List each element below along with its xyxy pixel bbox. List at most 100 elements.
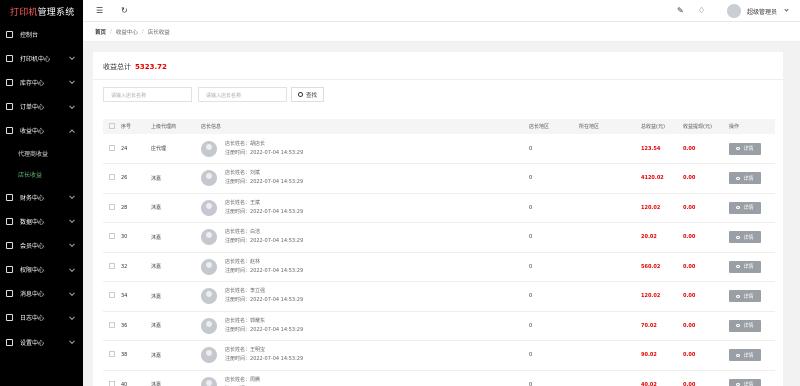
row-total: 4120.02: [641, 175, 664, 182]
row-checkbox[interactable]: [109, 292, 115, 299]
row-owner-region: 0: [529, 234, 533, 241]
owner-name: 李立强: [250, 288, 266, 295]
search-button[interactable]: 查找: [291, 87, 324, 102]
owner-name-label: 店长姓名：: [225, 229, 251, 236]
row-checkbox[interactable]: [109, 321, 115, 328]
detail-button[interactable]: 详情: [729, 349, 761, 362]
row-agent: 沐嘉: [151, 323, 162, 330]
row-agent: 沐嘉: [151, 264, 162, 271]
row-checkbox[interactable]: [109, 203, 115, 210]
breadcrumb-level1[interactable]: 收益中心: [116, 28, 138, 36]
col-header-region[interactable]: 所在地区: [579, 119, 641, 134]
row-checkbox[interactable]: [109, 262, 115, 269]
select-all-header[interactable]: [103, 119, 121, 134]
row-checkbox[interactable]: [109, 174, 115, 181]
user-avatar-icon: [201, 347, 217, 364]
col-header-owner-region[interactable]: 店长地区: [529, 119, 579, 134]
detail-button[interactable]: 详情: [729, 172, 761, 185]
detail-button[interactable]: 详情: [729, 201, 761, 214]
owner-time-label: 注册时间：: [225, 326, 251, 333]
bell-icon[interactable]: ♢: [698, 6, 705, 16]
row-id: 36: [121, 322, 128, 329]
sidebar-item[interactable]: 数据中心: [0, 209, 83, 233]
app-logo[interactable]: 打印机 管理系统: [0, 0, 83, 22]
sidebar-item[interactable]: 设置中心: [0, 330, 83, 354]
row-blank: [371, 164, 529, 194]
row-action: 详情: [729, 223, 775, 253]
row-withdrawn: 0.00: [683, 234, 696, 241]
sidebar-item[interactable]: 打印机中心: [0, 46, 83, 70]
col-header-blank: [371, 119, 529, 134]
owner-name-input[interactable]: 请输入店长名称: [103, 87, 192, 102]
table-row: 28 沐嘉 店长姓名：王斌 注册时间：2022-07-04 14:53:29 0 120.…: [103, 193, 775, 223]
printer-icon: [6, 54, 13, 62]
owner-name: 胡店长: [250, 140, 266, 147]
data-icon: [6, 217, 13, 225]
sidebar-item[interactable]: 控制台: [0, 22, 83, 46]
sidebar-subitem[interactable]: 代理商收益: [0, 143, 83, 164]
detail-button[interactable]: 详情: [729, 378, 761, 386]
owner-time-label: 注册时间：: [225, 297, 251, 304]
sidebar-item-label: 订单中心: [20, 104, 45, 112]
owner-name-label: 店长姓名：: [225, 347, 251, 354]
sidebar-item[interactable]: 权限中心: [0, 258, 83, 282]
menu-toggle-icon[interactable]: ☰: [96, 6, 103, 16]
owner-name: 白洁: [250, 229, 261, 236]
owner-time-label: 注册时间：: [225, 356, 251, 363]
owner-reg-time: 2022-07-04 14:53:29: [250, 356, 304, 363]
col-header-owner[interactable]: 店长信息: [201, 119, 371, 134]
row-action: 详情: [729, 341, 775, 371]
owner-reg-time: 2022-07-04 14:53:29: [250, 267, 304, 274]
breadcrumb-home[interactable]: 首页: [95, 28, 106, 36]
col-header-agent[interactable]: 上级代理商: [151, 119, 201, 134]
detail-button[interactable]: 详情: [729, 319, 761, 332]
row-checkbox[interactable]: [109, 144, 115, 151]
order-icon: [6, 103, 13, 111]
user-avatar-icon: [201, 140, 217, 157]
row-checkbox[interactable]: [109, 233, 115, 240]
sidebar-item[interactable]: 财务中心: [0, 185, 83, 209]
row-blank: [371, 370, 529, 386]
detail-button-label: 详情: [743, 175, 754, 182]
row-total: 20.02: [641, 234, 657, 241]
chevron-down-icon[interactable]: [784, 7, 789, 12]
row-region: [579, 223, 641, 253]
user-avatar-icon: [201, 170, 217, 187]
select-all-checkbox[interactable]: [109, 122, 115, 129]
refresh-icon[interactable]: ↻: [121, 6, 128, 16]
admin-name[interactable]: 超级管理员: [747, 7, 777, 16]
clear-cache-icon[interactable]: ✎: [677, 6, 684, 16]
sidebar-subitem[interactable]: 店长收益: [0, 164, 83, 185]
detail-button-label: 详情: [743, 382, 754, 386]
owner-name-input-2[interactable]: 请输入店长名称: [198, 87, 287, 102]
detail-button[interactable]: 详情: [729, 231, 761, 244]
row-checkbox[interactable]: [109, 380, 115, 386]
row-checkbox[interactable]: [109, 351, 115, 358]
sidebar-item[interactable]: 会员中心: [0, 233, 83, 257]
sidebar-item[interactable]: 订单中心: [0, 95, 83, 119]
sidebar-item[interactable]: 库存中心: [0, 70, 83, 94]
col-header-withdrawn[interactable]: 收益提现(元): [683, 119, 729, 134]
owner-reg-time: 2022-07-04 14:53:29: [250, 179, 304, 186]
detail-button-label: 详情: [743, 352, 754, 359]
monitor-icon: [6, 30, 13, 38]
avatar[interactable]: [727, 4, 741, 18]
sidebar-item[interactable]: 消息中心: [0, 282, 83, 306]
permission-icon: [6, 266, 13, 274]
row-owner-region: 0: [529, 381, 533, 386]
row-owner: 店长姓名：李立强 注册时间：2022-07-04 14:53:29: [201, 282, 371, 312]
detail-button[interactable]: 详情: [729, 290, 761, 303]
row-withdrawn: 0.00: [683, 204, 696, 211]
sidebar-item[interactable]: 日志中心: [0, 306, 83, 330]
row-region: [579, 282, 641, 312]
col-header-id[interactable]: 序号: [121, 119, 151, 134]
detail-button[interactable]: 详情: [729, 260, 761, 273]
row-action: 详情: [729, 193, 775, 223]
sidebar-item[interactable]: 收益中心: [0, 119, 83, 143]
row-blank: [371, 223, 529, 253]
income-icon: [6, 127, 13, 135]
row-id: 26: [121, 175, 128, 182]
detail-button[interactable]: 详情: [729, 142, 761, 155]
sidebar-item-label: 日志中心: [20, 315, 45, 323]
col-header-total[interactable]: 总收益(元): [641, 119, 683, 134]
